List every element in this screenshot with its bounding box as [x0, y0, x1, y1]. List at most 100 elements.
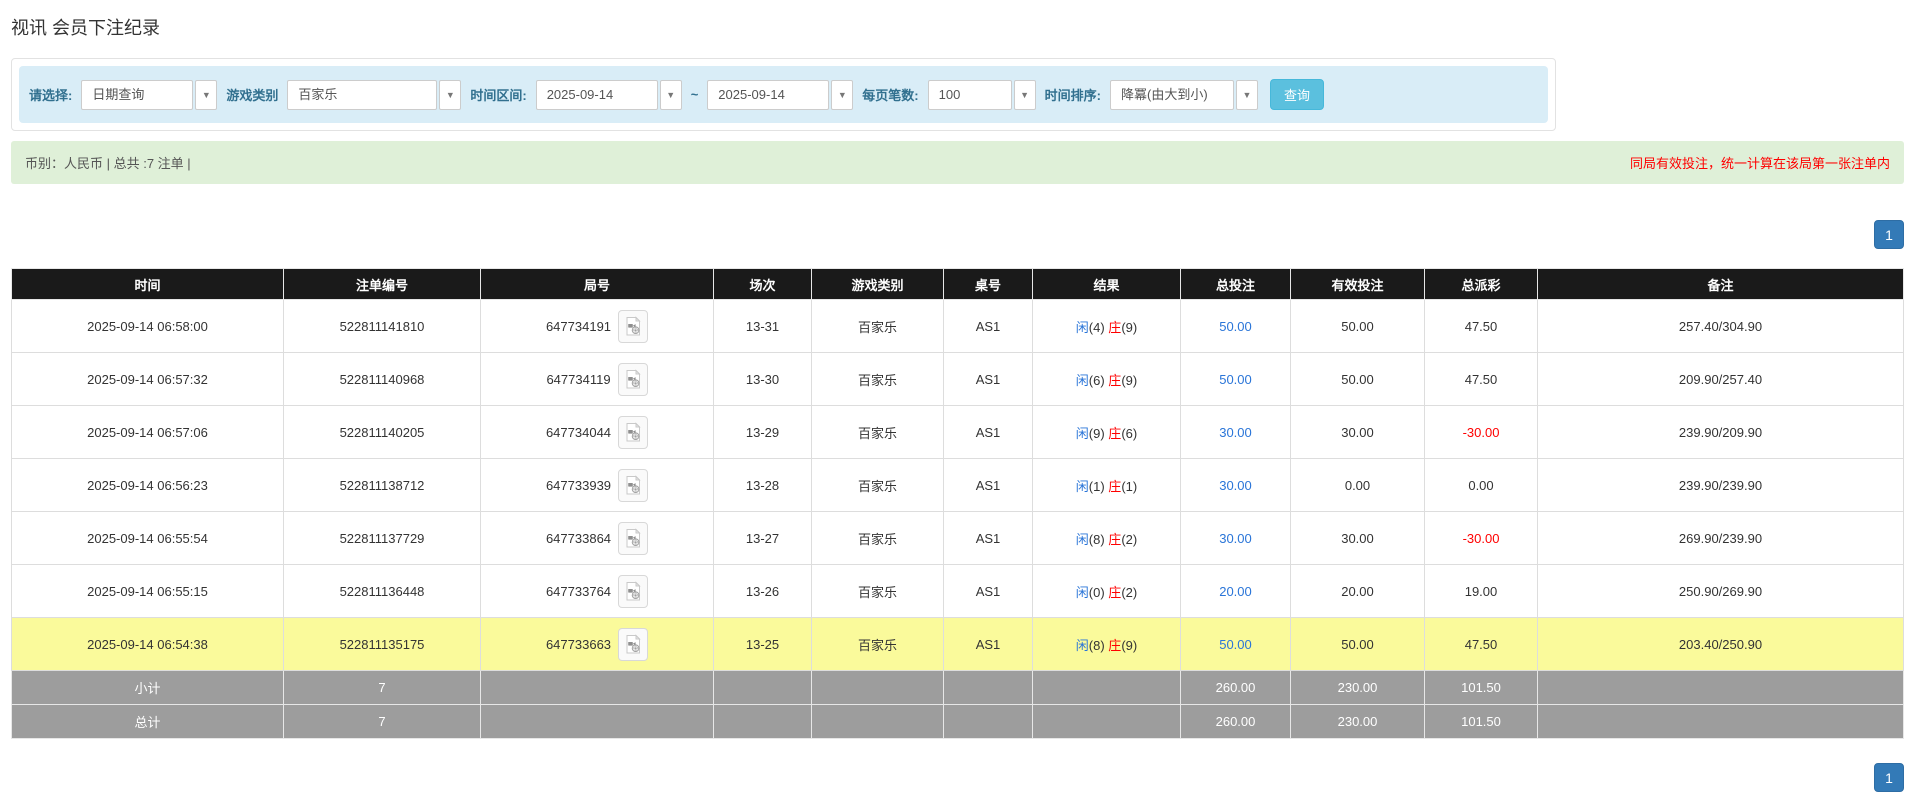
- empty-cell: [713, 670, 812, 705]
- query-type-select[interactable]: 日期查询 ▼: [81, 79, 218, 110]
- video-icon: [626, 580, 641, 600]
- total-bet-link[interactable]: 30.00: [1219, 425, 1252, 440]
- round-id: 647733864: [545, 530, 612, 546]
- session-cell: 13-29: [713, 405, 812, 459]
- query-type-value[interactable]: 日期查询: [81, 79, 194, 110]
- video-replay-button[interactable]: [618, 415, 649, 449]
- result-cell: 闲(8) 庄(9): [1032, 617, 1181, 671]
- total-bet-cell: 30.00: [1180, 511, 1291, 565]
- chevron-down-icon[interactable]: ▼: [659, 79, 682, 110]
- table-row: 2025-09-14 06:54:38 522811135175 647733663…: [11, 617, 1904, 671]
- table-row: 2025-09-14 06:56:23 522811138712 647733939…: [11, 458, 1904, 512]
- valid-bet-cell: 30.00: [1290, 405, 1425, 459]
- date-to-value[interactable]: 2025-09-14: [707, 79, 830, 110]
- bet-time-cell: 2025-09-14 06:57:06: [11, 405, 284, 459]
- chevron-down-icon[interactable]: ▼: [1235, 79, 1258, 110]
- session-cell: 13-28: [713, 458, 812, 512]
- table-no-cell: AS1: [943, 352, 1033, 406]
- banker-result-value: (2): [1121, 584, 1138, 600]
- remark-cell: 239.90/209.90: [1537, 405, 1904, 459]
- video-replay-button[interactable]: [618, 627, 649, 661]
- video-replay-button[interactable]: [618, 468, 649, 502]
- video-replay-button[interactable]: [618, 309, 649, 343]
- session-cell: 13-25: [713, 617, 812, 671]
- total-bet-cell: 20.00: [1180, 564, 1291, 618]
- page-title: 视讯 会员下注纪录: [11, 18, 161, 38]
- video-replay-button[interactable]: [617, 362, 648, 396]
- chevron-down-icon[interactable]: ▼: [831, 79, 854, 110]
- session-cell: 13-26: [713, 564, 812, 618]
- total-bet-link[interactable]: 50.00: [1219, 319, 1252, 334]
- table-row: 2025-09-14 06:58:00 522811141810 647734191…: [11, 299, 1904, 353]
- round-cell: 647733764: [480, 564, 714, 618]
- game-type-select[interactable]: 百家乐 ▼: [287, 79, 462, 110]
- table-no-cell: AS1: [943, 511, 1033, 565]
- video-icon: [626, 474, 641, 494]
- video-icon: [626, 527, 641, 547]
- total-bet-link[interactable]: 50.00: [1219, 637, 1252, 652]
- remark-cell: 203.40/250.90: [1537, 617, 1904, 671]
- result-cell: 闲(9) 庄(6): [1032, 405, 1181, 459]
- payout-cell: 47.50: [1424, 352, 1538, 406]
- game-type-value[interactable]: 百家乐: [287, 79, 438, 110]
- valid-bet-cell: 50.00: [1290, 299, 1425, 353]
- remark-cell: 250.90/269.90: [1537, 564, 1904, 618]
- payout-cell: 19.00: [1424, 564, 1538, 618]
- banker-result-label: 庄: [1108, 372, 1122, 388]
- banker-result-value: (9): [1121, 372, 1138, 388]
- total-bet-link[interactable]: 30.00: [1219, 531, 1252, 546]
- summary-payout: 101.50: [1424, 704, 1538, 739]
- payout-cell: 47.50: [1424, 299, 1538, 353]
- column-header: 局号: [480, 268, 714, 300]
- player-result-label: 闲: [1075, 584, 1089, 600]
- summary-row: 小计 7 260.00 230.00 101.50: [11, 670, 1904, 705]
- chevron-down-icon[interactable]: ▼: [439, 79, 462, 110]
- table-row: 2025-09-14 06:57:32 522811140968 647734119…: [11, 352, 1904, 406]
- video-replay-button[interactable]: [618, 574, 649, 608]
- remark-cell: 269.90/239.90: [1537, 511, 1904, 565]
- round-cell: 647734044: [480, 405, 714, 459]
- sort-order-select[interactable]: 降冪(由大到小) ▼: [1109, 79, 1258, 110]
- table-row: 2025-09-14 06:57:06 522811140205 647734044…: [11, 405, 1904, 459]
- bet-id-cell: 522811137729: [283, 511, 481, 565]
- empty-cell: [1032, 670, 1181, 705]
- empty-cell: [1032, 704, 1181, 739]
- session-cell: 13-30: [713, 352, 812, 406]
- summary-label: 小计: [11, 670, 284, 705]
- total-bet-cell: 50.00: [1180, 352, 1291, 406]
- bet-id-cell: 522811141810: [283, 299, 481, 353]
- page-size-value[interactable]: 100: [927, 79, 1012, 110]
- date-from-select[interactable]: 2025-09-14 ▼: [535, 79, 682, 110]
- chevron-down-icon[interactable]: ▼: [195, 79, 218, 110]
- round-id: 647734044: [545, 424, 612, 440]
- page-size-label: 每页笔数:: [862, 88, 919, 103]
- valid-bet-cell: 50.00: [1290, 617, 1425, 671]
- date-from-value[interactable]: 2025-09-14: [535, 79, 658, 110]
- date-to-select[interactable]: 2025-09-14 ▼: [707, 79, 854, 110]
- round-cell: 647733663: [480, 617, 714, 671]
- banker-result-label: 庄: [1108, 319, 1122, 335]
- pagination-page-1[interactable]: 1: [1874, 763, 1904, 792]
- round-cell: 647733939: [480, 458, 714, 512]
- sort-order-label: 时间排序:: [1044, 88, 1101, 103]
- summary-count: 7: [283, 670, 481, 705]
- pagination-bottom: 1: [11, 763, 1904, 792]
- date-range-separator: ~: [690, 87, 699, 102]
- chevron-down-icon[interactable]: ▼: [1013, 79, 1036, 110]
- betting-records-table: 时间 注单编号 局号 场次 游戏类别 桌号 结果 总投注 有效投注 总派彩 备注 2025-09-1…: [11, 268, 1904, 739]
- total-bet-link[interactable]: 30.00: [1219, 478, 1252, 493]
- query-type-label: 请选择:: [29, 88, 73, 103]
- bet-id-cell: 522811135175: [283, 617, 481, 671]
- total-bet-link[interactable]: 20.00: [1219, 584, 1252, 599]
- round-cell: 647734191: [480, 299, 714, 353]
- query-button[interactable]: 查询: [1269, 79, 1324, 110]
- total-bet-link[interactable]: 50.00: [1219, 372, 1252, 387]
- banker-result-label: 庄: [1108, 425, 1122, 441]
- banker-result-label: 庄: [1108, 637, 1122, 653]
- page-size-select[interactable]: 100 ▼: [927, 79, 1036, 110]
- filter-panel: 请选择: 日期查询 ▼ 游戏类别 百家乐 ▼ 时间区间: 2025-09-14 …: [11, 58, 1556, 131]
- video-replay-button[interactable]: [618, 521, 649, 555]
- pagination-page-1[interactable]: 1: [1874, 220, 1904, 249]
- sort-order-value[interactable]: 降冪(由大到小): [1109, 79, 1234, 110]
- result-cell: 闲(4) 庄(9): [1032, 299, 1181, 353]
